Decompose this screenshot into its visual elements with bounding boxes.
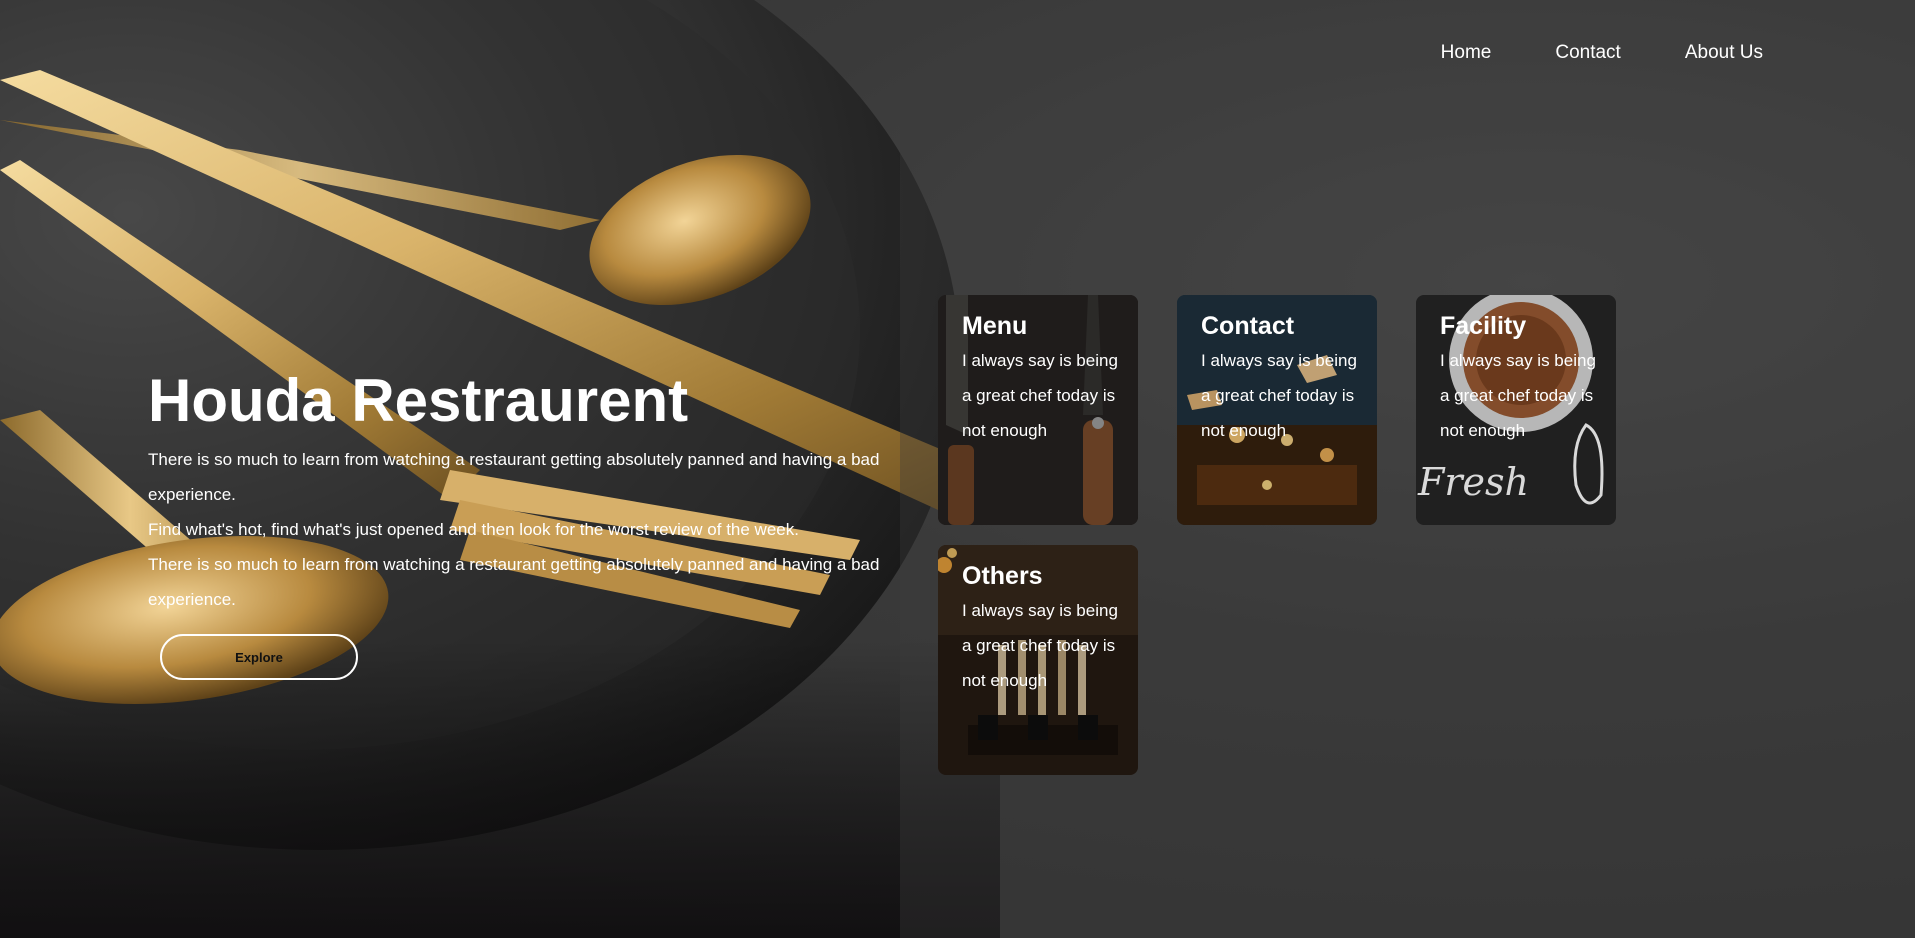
feature-cards: Menu I always say is being a great chef … <box>938 295 1678 775</box>
card-title: Others <box>962 562 1043 590</box>
main-nav: Home Contact About Us <box>1441 42 1763 64</box>
card-title: Menu <box>962 312 1028 340</box>
others-card-content: Others I always say is being a great che… <box>962 559 1130 698</box>
card-text: I always say is being a great chef today… <box>962 351 1118 440</box>
nav-contact-link[interactable]: Contact <box>1555 42 1620 64</box>
hero-title: Houda Restraurent <box>148 367 689 434</box>
card-title: Facility <box>1440 312 1527 340</box>
nav-about-us-link[interactable]: About Us <box>1685 42 1763 64</box>
contact-card-content: Contact I always say is being a great ch… <box>1201 309 1369 448</box>
explore-button[interactable]: Explore <box>160 634 358 680</box>
card-facility[interactable]: Fresh Facility I always say is being a g… <box>1416 295 1616 525</box>
card-contact[interactable]: Contact I always say is being a great ch… <box>1177 295 1377 525</box>
nav-home-link[interactable]: Home <box>1441 42 1492 64</box>
card-menu[interactable]: Menu I always say is being a great chef … <box>938 295 1138 525</box>
menu-card-content: Menu I always say is being a great chef … <box>962 309 1130 448</box>
hero-section: Houda Restraurent There is so much to le… <box>148 366 908 617</box>
facility-card-content: Facility I always say is being a great c… <box>1440 309 1608 448</box>
card-title: Contact <box>1201 312 1295 340</box>
hero-paragraph-3: There is so much to learn from watching … <box>148 555 880 609</box>
hero-paragraph-2: Find what's hot, find what's just opened… <box>148 520 799 539</box>
card-text: I always say is being a great chef today… <box>1440 351 1596 440</box>
hero-paragraph-1: There is so much to learn from watching … <box>148 450 880 504</box>
card-text: I always say is being a great chef today… <box>1201 351 1357 440</box>
card-text: I always say is being a great chef today… <box>962 601 1118 690</box>
card-others[interactable]: Others I always say is being a great che… <box>938 545 1138 775</box>
